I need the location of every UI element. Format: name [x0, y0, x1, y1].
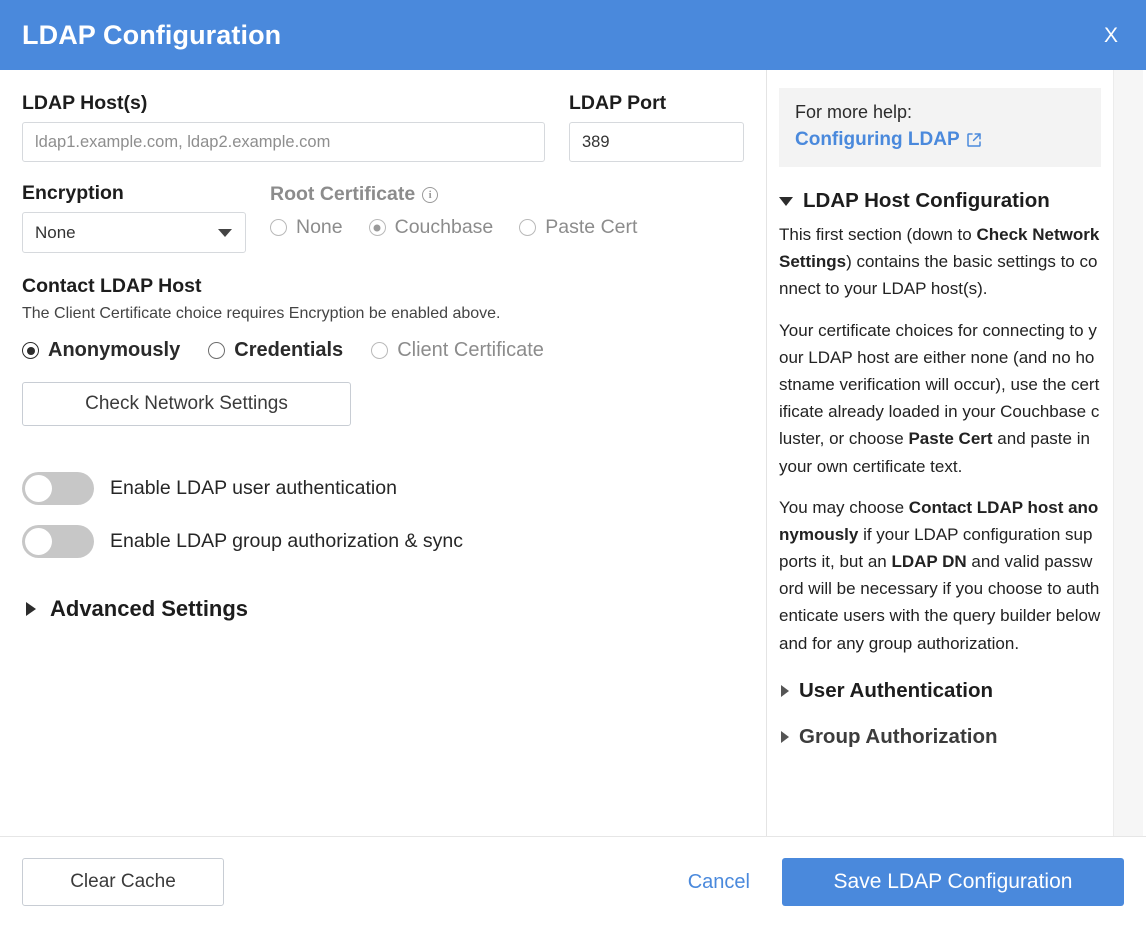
help-paragraph: This first section (down to Check Networ… — [779, 221, 1101, 303]
dialog-footer: Clear Cache Cancel Save LDAP Configurati… — [0, 837, 1146, 927]
ldap-hosts-field: LDAP Host(s) — [22, 92, 545, 162]
page-title: LDAP Configuration — [22, 20, 281, 51]
toggle-user-authentication[interactable] — [22, 472, 94, 505]
help-section-header[interactable]: LDAP Host Configuration — [779, 189, 1101, 213]
root-certificate-label-text: Root Certificate — [270, 183, 415, 206]
radio-label: Client Certificate — [397, 339, 544, 362]
configuring-ldap-link-text: Configuring LDAP — [795, 129, 960, 151]
triangle-right-icon — [781, 685, 789, 697]
triangle-right-icon — [26, 602, 36, 616]
radio-root-cert-paste[interactable]: Paste Cert — [519, 216, 637, 239]
check-network-settings-button[interactable]: Check Network Settings — [22, 382, 351, 426]
help-section-title: Group Authorization — [799, 725, 998, 749]
help-panel-scrollbar[interactable] — [1113, 70, 1143, 836]
info-icon[interactable]: i — [422, 187, 438, 203]
help-panel-content: For more help: Configuring LDAP — [779, 70, 1125, 749]
radio-contact-client-certificate[interactable]: Client Certificate — [371, 339, 544, 362]
save-ldap-configuration-button[interactable]: Save LDAP Configuration — [782, 858, 1124, 906]
clear-cache-button[interactable]: Clear Cache — [22, 858, 224, 906]
help-link-box: For more help: Configuring LDAP — [779, 88, 1101, 167]
radio-circle-icon — [519, 219, 536, 236]
toggle-label: Enable LDAP group authorization & sync — [110, 530, 463, 553]
host-port-row: LDAP Host(s) LDAP Port — [22, 92, 744, 162]
ldap-hosts-input[interactable] — [22, 122, 545, 162]
encryption-select[interactable]: None — [22, 212, 246, 253]
ldap-configuration-dialog: LDAP Configuration X LDAP Host(s) LDAP P… — [0, 0, 1146, 927]
ldap-toggles: Enable LDAP user authentication Enable L… — [22, 472, 744, 558]
ldap-port-input[interactable] — [569, 122, 744, 162]
radio-label: None — [296, 216, 343, 239]
radio-contact-credentials[interactable]: Credentials — [208, 339, 343, 362]
ldap-port-label: LDAP Port — [569, 92, 744, 115]
configuring-ldap-link[interactable]: Configuring LDAP — [795, 129, 982, 151]
advanced-settings-toggle[interactable]: Advanced Settings — [22, 596, 744, 622]
radio-label: Couchbase — [395, 216, 494, 239]
help-box-lead: For more help: — [795, 102, 1085, 123]
radio-circle-icon — [371, 342, 388, 359]
help-paragraph: You may choose Contact LDAP host anonymo… — [779, 494, 1101, 657]
toggle-row-user-authentication[interactable]: Enable LDAP user authentication — [22, 472, 744, 505]
contact-ldap-host-subtitle: The Client Certificate choice requires E… — [22, 305, 744, 323]
radio-label: Anonymously — [48, 339, 180, 362]
radio-circle-selected-icon — [369, 219, 386, 236]
cancel-button[interactable]: Cancel — [688, 871, 750, 894]
radio-root-cert-couchbase[interactable]: Couchbase — [369, 216, 494, 239]
text-run-bold: LDAP DN — [891, 552, 966, 571]
root-certificate-radio-group: None Couchbase Paste Cert — [270, 216, 637, 239]
ldap-hosts-label: LDAP Host(s) — [22, 92, 545, 115]
help-panel: For more help: Configuring LDAP — [766, 70, 1146, 836]
radio-label: Credentials — [234, 339, 343, 362]
ldap-form-column: LDAP Host(s) LDAP Port Encryption None — [0, 70, 766, 836]
triangle-right-icon — [781, 731, 789, 743]
text-run: This first section (down to — [779, 225, 976, 244]
toggle-label: Enable LDAP user authentication — [110, 477, 397, 500]
dialog-header: LDAP Configuration X — [0, 0, 1146, 70]
advanced-settings-label: Advanced Settings — [50, 596, 248, 622]
close-icon[interactable]: X — [1096, 21, 1126, 50]
radio-circle-selected-icon — [22, 342, 39, 359]
encryption-field: Encryption None — [22, 182, 246, 253]
radio-circle-icon — [208, 342, 225, 359]
help-section-title: User Authentication — [799, 679, 993, 703]
encryption-rootcert-row: Encryption None Root Certificate i — [22, 182, 744, 253]
help-section-ldap-host-configuration: LDAP Host Configuration This first secti… — [779, 189, 1101, 657]
radio-label: Paste Cert — [545, 216, 637, 239]
ldap-port-field: LDAP Port — [569, 92, 744, 162]
help-section-group-authorization: Group Authorization — [779, 725, 1101, 749]
radio-circle-icon — [270, 219, 287, 236]
help-section-header[interactable]: Group Authorization — [779, 725, 1101, 749]
radio-root-cert-none[interactable]: None — [270, 216, 343, 239]
encryption-label: Encryption — [22, 182, 246, 205]
root-certificate-label: Root Certificate i — [270, 183, 637, 206]
external-link-icon — [966, 132, 982, 148]
contact-host-radio-group: Anonymously Credentials Client Certifica… — [22, 339, 744, 362]
toggle-group-authorization[interactable] — [22, 525, 94, 558]
radio-contact-anonymously[interactable]: Anonymously — [22, 339, 180, 362]
help-section-user-authentication: User Authentication — [779, 679, 1101, 703]
footer-actions: Cancel Save LDAP Configuration — [688, 858, 1124, 906]
help-section-header[interactable]: User Authentication — [779, 679, 1101, 703]
contact-ldap-host-title: Contact LDAP Host — [22, 275, 744, 298]
contact-ldap-host-section: Contact LDAP Host The Client Certificate… — [22, 275, 744, 426]
root-certificate-field: Root Certificate i None Couchbase — [270, 182, 637, 253]
help-paragraph: Your certificate choices for connecting … — [779, 317, 1101, 480]
dialog-body: LDAP Host(s) LDAP Port Encryption None — [0, 70, 1146, 837]
help-section-title: LDAP Host Configuration — [803, 189, 1050, 213]
text-run-bold: Paste Cert — [908, 429, 992, 448]
encryption-selected-value: None — [35, 223, 76, 243]
text-run: You may choose — [779, 498, 909, 517]
triangle-down-icon — [779, 197, 793, 206]
toggle-row-group-authorization[interactable]: Enable LDAP group authorization & sync — [22, 525, 744, 558]
